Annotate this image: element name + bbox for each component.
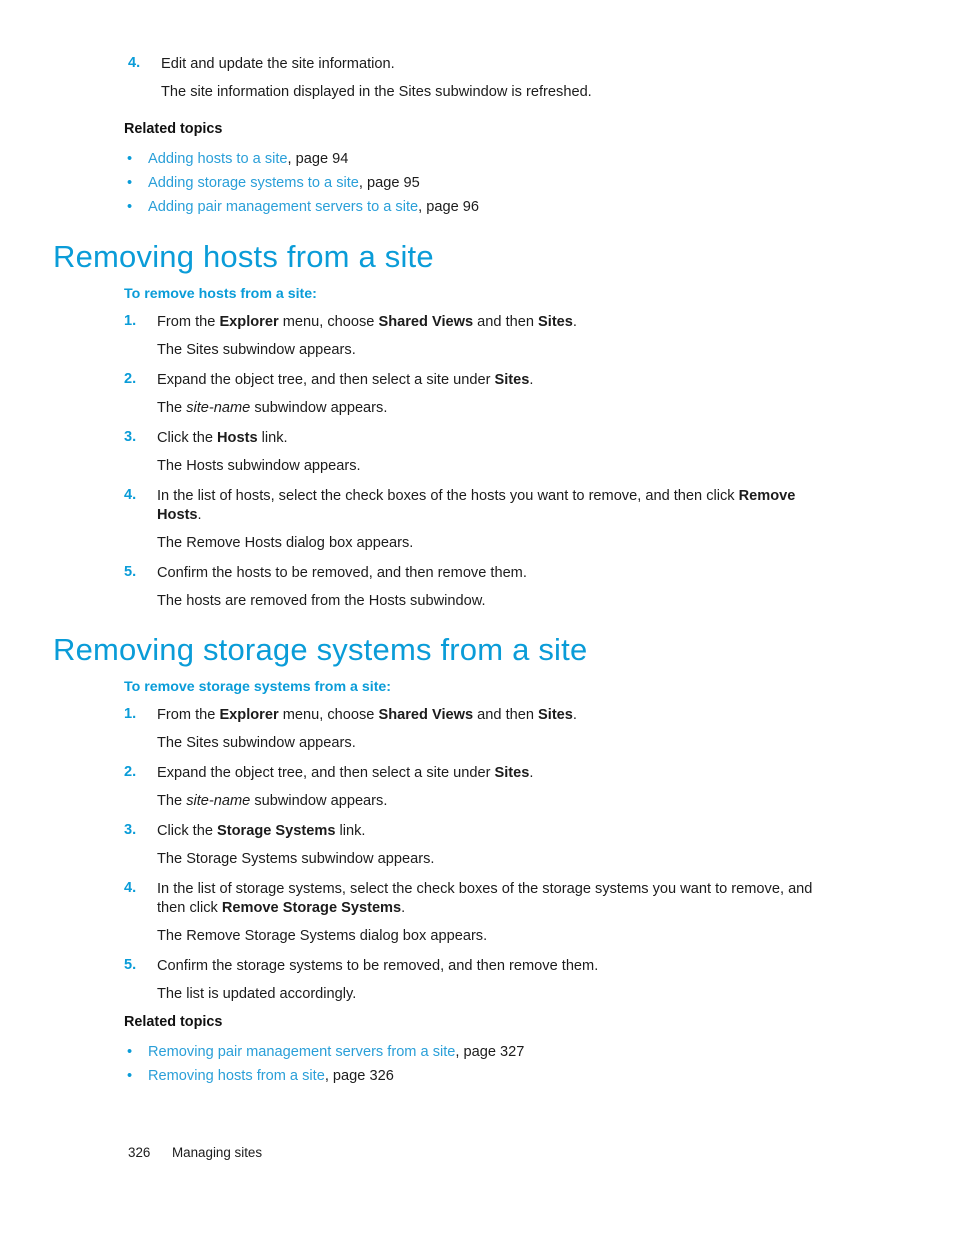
- step-item: 5. Confirm the storage systems to be rem…: [124, 957, 838, 1004]
- step-text: Confirm the storage systems to be remove…: [157, 957, 599, 974]
- step-item: 3. Click the Storage Systems link. The S…: [124, 822, 838, 869]
- list-item: • Adding pair management servers to a sit…: [124, 198, 844, 217]
- step-item: 1. From the Explorer menu, choose Shared…: [124, 313, 838, 360]
- step-result: The site-name subwindow appears.: [157, 792, 388, 809]
- continued-step-block: 4. Edit and update the site information.…: [128, 55, 848, 113]
- step-text: Click the Hosts link.: [157, 429, 288, 446]
- list-item: • Adding storage systems to a site, page …: [124, 174, 844, 193]
- step-number: 4.: [128, 55, 141, 71]
- bullet-icon: •: [127, 1044, 133, 1061]
- step-text: From the Explorer menu, choose Shared Vi…: [157, 314, 577, 330]
- step-item: 1. From the Explorer menu, choose Shared…: [124, 706, 838, 753]
- page-footer: 326 Managing sites: [128, 1145, 262, 1160]
- related-topics-list: • Removing pair management servers from a…: [124, 1043, 844, 1086]
- page-ref: , page 327: [455, 1044, 525, 1061]
- list-item: • Removing pair management servers from a…: [124, 1043, 844, 1062]
- step-item: 4. In the list of hosts, select the chec…: [124, 487, 838, 553]
- step-item: 4. Edit and update the site information.…: [128, 55, 848, 102]
- page-ref: , page 96: [418, 199, 480, 216]
- step-result: The Sites subwindow appears.: [157, 734, 356, 751]
- cross-reference-link[interactable]: Adding storage systems to a site: [148, 175, 359, 191]
- step-text: In the list of hosts, select the check b…: [157, 487, 796, 523]
- step-text: From the Explorer menu, choose Shared Vi…: [157, 707, 577, 723]
- step-result: The Sites subwindow appears.: [157, 341, 356, 358]
- step-item: 5. Confirm the hosts to be removed, and …: [124, 564, 838, 611]
- step-number: 2.: [124, 763, 137, 780]
- page-ref: , page 326: [324, 1068, 394, 1085]
- related-topics-bottom: Related topics • Removing pair management…: [124, 1014, 844, 1091]
- step-number: 1.: [124, 313, 137, 329]
- step-result: The site-name subwindow appears.: [157, 399, 388, 416]
- step-item: 2. Expand the object tree, and then sele…: [124, 764, 838, 811]
- cross-reference-link[interactable]: Removing hosts from a site: [148, 1068, 325, 1084]
- list-item: • Adding hosts to a site, page 94: [124, 150, 844, 169]
- subheading-remove-hosts: To remove hosts from a site:: [124, 286, 317, 302]
- steps-remove-storage-systems: 1. From the Explorer menu, choose Shared…: [124, 706, 838, 1015]
- step-number: 3.: [124, 821, 137, 838]
- step-number: 1.: [124, 706, 137, 722]
- step-text: Expand the object tree, and then select …: [157, 764, 534, 781]
- related-topics-heading: Related topics: [124, 121, 223, 137]
- step-result: The Remove Storage Systems dialog box ap…: [157, 927, 488, 944]
- related-topics-list: • Adding hosts to a site, page 94 • Adding…: [124, 150, 844, 217]
- document-page: 4. Edit and update the site information.…: [0, 0, 954, 1235]
- bullet-icon: •: [127, 175, 133, 192]
- step-number: 3.: [124, 428, 137, 445]
- page-title-removing-storage-systems: Removing storage systems from a site: [53, 632, 588, 667]
- step-item: 4. In the list of storage systems, selec…: [124, 880, 838, 946]
- step-result: The Remove Hosts dialog box appears.: [157, 534, 414, 551]
- footer-chapter-title: Managing sites: [172, 1145, 263, 1160]
- step-text: In the list of storage systems, select t…: [157, 880, 813, 916]
- page-ref: , page 95: [358, 175, 420, 192]
- cross-reference-link[interactable]: Removing pair management servers from a …: [148, 1044, 455, 1060]
- page-title-removing-hosts: Removing hosts from a site: [53, 239, 434, 274]
- bullet-icon: •: [127, 151, 133, 168]
- step-item: 3. Click the Hosts link. The Hosts subwi…: [124, 429, 838, 476]
- step-text: Click the Storage Systems link.: [157, 822, 366, 839]
- step-result: The list is updated accordingly.: [157, 985, 357, 1002]
- step-result: The Storage Systems subwindow appears.: [157, 850, 435, 867]
- step-number: 5.: [124, 956, 137, 973]
- step-result: The Hosts subwindow appears.: [157, 457, 361, 474]
- related-topics-heading: Related topics: [124, 1014, 223, 1030]
- subheading-remove-storage-systems: To remove storage systems from a site:: [124, 679, 392, 695]
- step-text: Confirm the hosts to be removed, and the…: [157, 564, 527, 581]
- step-number: 2.: [124, 370, 137, 387]
- footer-page-number: 326: [128, 1145, 151, 1160]
- list-item: • Removing hosts from a site, page 326: [124, 1067, 844, 1086]
- step-text: Edit and update the site information.: [161, 56, 395, 72]
- step-text: Expand the object tree, and then select …: [157, 371, 534, 388]
- step-result: The hosts are removed from the Hosts sub…: [157, 592, 486, 609]
- page-ref: , page 94: [287, 151, 349, 168]
- related-topics-top: Related topics • Adding hosts to a site, …: [124, 121, 844, 222]
- cross-reference-link[interactable]: Adding pair management servers to a site: [148, 199, 418, 215]
- steps-remove-hosts: 1. From the Explorer menu, choose Shared…: [124, 313, 838, 622]
- step-result: The site information displayed in the Si…: [161, 83, 592, 100]
- step-number: 4.: [124, 486, 137, 503]
- cross-reference-link[interactable]: Adding hosts to a site: [148, 151, 288, 167]
- bullet-icon: •: [127, 1068, 133, 1085]
- step-number: 4.: [124, 879, 137, 896]
- step-item: 2. Expand the object tree, and then sele…: [124, 371, 838, 418]
- bullet-icon: •: [127, 199, 133, 216]
- step-number: 5.: [124, 563, 137, 580]
